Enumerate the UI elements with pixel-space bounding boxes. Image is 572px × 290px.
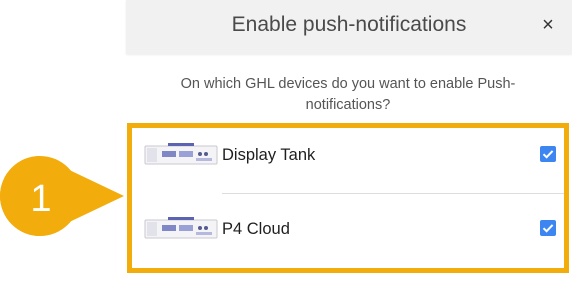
- controller-device-icon: [144, 217, 218, 239]
- checkmark-icon: [542, 224, 554, 233]
- device-checkbox-display-tank[interactable]: [540, 146, 556, 162]
- step-callout: 1: [0, 148, 125, 258]
- notification-dialog-screen: Enable push-notifications × On which GHL…: [0, 0, 572, 290]
- checkmark-icon: [542, 150, 554, 159]
- device-row-display-tank[interactable]: Display Tank: [132, 128, 564, 196]
- device-question-text: On which GHL devices do you want to enab…: [180, 76, 516, 113]
- device-row-p4-cloud[interactable]: P4 Cloud: [132, 202, 564, 270]
- device-checkbox-p4-cloud[interactable]: [540, 220, 556, 236]
- row-divider: [222, 193, 564, 194]
- device-list-highlight: Display Tank P4 Cloud: [127, 123, 569, 273]
- close-button[interactable]: ×: [536, 13, 560, 37]
- dialog-header: Enable push-notifications ×: [126, 0, 572, 54]
- close-icon: ×: [542, 14, 554, 36]
- dialog-title: Enable push-notifications: [231, 13, 467, 36]
- callout-number: 1: [30, 178, 52, 220]
- device-name: Display Tank: [222, 146, 316, 164]
- device-name: P4 Cloud: [222, 220, 290, 238]
- controller-device-icon: [144, 143, 218, 165]
